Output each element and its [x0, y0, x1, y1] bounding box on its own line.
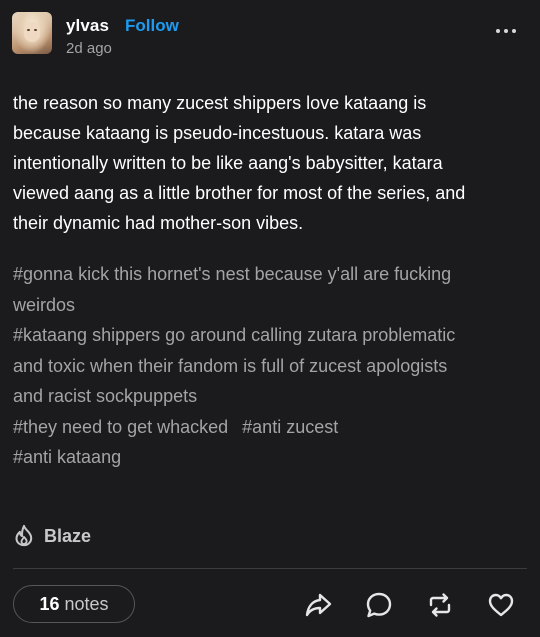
blaze-button[interactable]: Blaze: [13, 522, 91, 550]
avatar-face: [24, 22, 40, 42]
body-line: the reason so many zucest shippers love …: [13, 93, 427, 113]
reply-icon: [366, 592, 392, 618]
tag-line: weirdos: [13, 294, 76, 315]
tag-row: #they need to get whacked #anti zucest: [13, 412, 529, 443]
flame-icon: [15, 524, 33, 547]
body-line: intentionally written to be like aang's …: [13, 153, 443, 173]
post-body: the reason so many zucest shippers love …: [13, 88, 529, 238]
post-actions: [301, 588, 518, 622]
body-line: viewed aang as a little brother for most…: [13, 183, 466, 203]
more-dots-icon[interactable]: [496, 26, 520, 36]
avatar-eye-left: [27, 29, 30, 31]
notes-button[interactable]: 16 notes: [13, 585, 135, 623]
like-icon: [488, 593, 514, 617]
tag-link[interactable]: #they need to get whacked: [13, 417, 228, 437]
tag-link[interactable]: #gonna kick this hornet's nest because y…: [13, 259, 529, 320]
tag-link[interactable]: #kataang shippers go around calling zuta…: [13, 320, 529, 412]
notes-count: 16: [39, 593, 60, 614]
author-name[interactable]: ylvas: [66, 16, 109, 36]
avatar-eye-right: [34, 29, 37, 31]
dot: [496, 29, 500, 33]
reblog-icon: [429, 593, 451, 617]
tag-link[interactable]: #anti zucest: [242, 417, 338, 437]
body-line: because kataang is pseudo-incestuous. ka…: [13, 123, 422, 143]
tag-link[interactable]: #anti kataang: [13, 442, 529, 473]
like-button[interactable]: [484, 588, 518, 622]
reply-button[interactable]: [362, 588, 396, 622]
post-header: ylvas Follow 2d ago: [12, 12, 528, 60]
post-card: ylvas Follow 2d ago the reason so many z…: [0, 0, 540, 637]
notes-label: notes: [64, 593, 109, 614]
tag-line: #kataang shippers go around calling zuta…: [13, 325, 456, 345]
share-icon: [305, 593, 332, 617]
tag-line: #gonna kick this hornet's nest because y…: [13, 264, 452, 284]
tag-line: and toxic when their fandom is full of z…: [13, 355, 448, 376]
follow-button[interactable]: Follow: [125, 16, 179, 36]
post-timestamp: 2d ago: [66, 40, 112, 57]
footer-divider: [13, 568, 527, 569]
avatar[interactable]: [12, 12, 52, 54]
dot: [504, 29, 508, 33]
body-line: their dynamic had mother-son vibes.: [13, 213, 304, 233]
reblog-button[interactable]: [423, 588, 457, 622]
tag-line: and racist sockpuppets: [13, 386, 198, 406]
dot: [512, 29, 516, 33]
blaze-label: Blaze: [44, 525, 92, 546]
share-button[interactable]: [301, 588, 335, 622]
post-tags: #gonna kick this hornet's nest because y…: [13, 259, 529, 473]
